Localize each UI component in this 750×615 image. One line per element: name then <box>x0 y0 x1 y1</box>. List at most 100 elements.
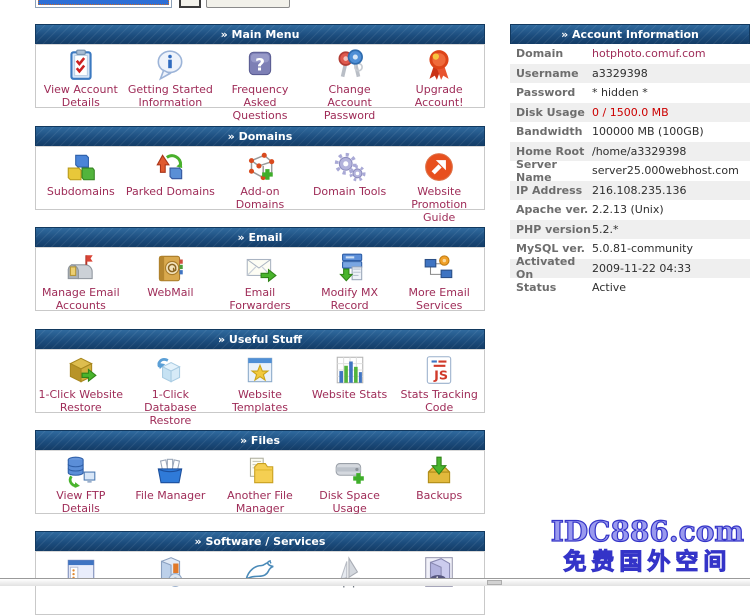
scrollbar-thumb[interactable] <box>487 580 502 585</box>
account-info-row: PHP version5.2.* <box>510 220 750 240</box>
menu-item[interactable]: Disk Space Usage <box>305 451 395 513</box>
menu-item[interactable]: Parked Domains <box>126 147 216 209</box>
backup-box-icon <box>422 454 456 488</box>
menu-item-label: Another File Manager <box>215 489 305 515</box>
menu-item[interactable]: Change Account Password <box>305 45 395 107</box>
menu-item[interactable]: Another File Manager <box>215 451 305 513</box>
section-items: Manage Email Accounts WebMail Email Forwar… <box>35 247 485 311</box>
watermark-site-text: IDC886.com <box>551 517 744 547</box>
account-field-label: Disk Usage <box>510 106 592 119</box>
menu-item-label: Upgrade Account! <box>394 83 484 109</box>
account-field-label: Server Name <box>510 158 592 184</box>
account-field-label: Password <box>510 86 592 99</box>
account-field-label: PHP version <box>510 223 592 236</box>
shortcut-select[interactable] <box>35 0 172 8</box>
account-field-value: /home/a3329398 <box>592 145 686 158</box>
menu-item[interactable]: Website Templates <box>215 350 305 412</box>
menu-item[interactable]: Modify MX Record <box>305 248 395 310</box>
menu-item[interactable]: Website Stats <box>305 350 395 412</box>
box-restore-icon <box>64 353 98 387</box>
account-field-value: server25.000webhost.com <box>592 164 739 177</box>
js-code-icon: JS <box>422 353 456 387</box>
menu-item[interactable]: Email Forwarders <box>215 248 305 310</box>
account-info-row: Usernamea3329398 <box>510 64 750 84</box>
menu-item-label: More Email Services <box>394 286 484 312</box>
window-star-icon <box>243 353 277 387</box>
gears-icon <box>333 150 367 184</box>
menu-item-label: Backups <box>416 489 462 502</box>
menu-item[interactable]: Website Promotion Guide <box>394 147 484 209</box>
menu-item[interactable]: Upgrade Account! <box>394 45 484 107</box>
menu-item-label: Website Templates <box>215 388 305 414</box>
account-info-rows: Domainhotphoto.comuf.comUsernamea3329398… <box>510 44 750 298</box>
envelope-forward-icon <box>243 251 277 285</box>
network-plus-icon <box>243 150 277 184</box>
section-items: 1-Click Website Restore1-Click Database … <box>35 349 485 413</box>
menu-item-label: Change Account Password <box>305 83 395 122</box>
account-field-value: Active <box>592 281 626 294</box>
menu-item[interactable]: 1-Click Website Restore <box>36 350 126 412</box>
menu-item[interactable]: WebMail <box>126 248 216 310</box>
menu-item-label: Website Promotion Guide <box>394 185 484 224</box>
account-info-panel: » Account Information Domainhotphoto.com… <box>510 24 750 298</box>
account-field-value: 0 / 1500.0 MB <box>592 106 669 119</box>
menu-item-label: Getting Started Information <box>126 83 216 109</box>
menu-item[interactable]: Getting Started Information <box>126 45 216 107</box>
menu-item-label: Email Forwarders <box>215 286 305 312</box>
section-items: View Account DetailsGetting Started Info… <box>35 44 485 108</box>
menu-item[interactable]: Subdomains <box>36 147 126 209</box>
section-items: Subdomains Parked DomainsAdd-on DomainsDo… <box>35 146 485 210</box>
account-info-header: » Account Information <box>510 24 750 44</box>
account-field-label: IP Address <box>510 184 592 197</box>
menu-item-label: Parked Domains <box>126 185 215 198</box>
parked-domains-icon <box>153 150 187 184</box>
menu-item[interactable]: ?Frequency Asked Questions <box>215 45 305 107</box>
section-main-menu: » Main Menu View Account DetailsGetting … <box>35 24 485 108</box>
account-field-label: Status <box>510 281 592 294</box>
account-field-label: Username <box>510 67 592 80</box>
menu-item-label: File Manager <box>135 489 205 502</box>
menu-item[interactable]: Backups <box>394 451 484 513</box>
menu-item[interactable]: More Email Services <box>394 248 484 310</box>
menu-item[interactable]: JSStats Tracking Code <box>394 350 484 412</box>
menu-item-label: View Account Details <box>36 83 126 109</box>
menu-item-label: WebMail <box>147 286 193 299</box>
menu-item-label: Stats Tracking Code <box>394 388 484 414</box>
account-info-row: StatusActive <box>510 278 750 298</box>
section-header: » Software / Services <box>35 531 485 551</box>
svg-text:?: ? <box>255 55 265 75</box>
menu-item-label: 1-Click Website Restore <box>36 388 126 414</box>
account-field-label: MySQL ver. <box>510 242 592 255</box>
go-button[interactable]: Go <box>179 0 201 8</box>
promotion-arrow-icon <box>422 150 456 184</box>
watermark: IDC886.com 免费国外空间 <box>551 517 744 576</box>
watermark-cn-text: 免费国外空间 <box>551 549 744 576</box>
question-mark-icon: ? <box>243 48 277 82</box>
create-new-button[interactable]: Create New <box>206 0 290 8</box>
account-field-value[interactable]: hotphoto.comuf.com <box>592 47 706 60</box>
keys-icon <box>333 48 367 82</box>
selected-option-highlight <box>38 0 169 5</box>
award-ribbon-icon <box>422 48 456 82</box>
menu-item[interactable]: View FTP Details <box>36 451 126 513</box>
account-field-value: 2009-11-22 04:33 <box>592 262 691 275</box>
menu-item-label: Frequency Asked Questions <box>215 83 305 122</box>
menu-item[interactable]: Domain Tools <box>305 147 395 209</box>
section-header: » Files <box>35 430 485 450</box>
menu-item-label: Subdomains <box>47 185 115 198</box>
file-drawer-icon <box>153 454 187 488</box>
menu-item[interactable]: Add-on Domains <box>215 147 305 209</box>
account-info-row: Disk Usage0 / 1500.0 MB <box>510 103 750 123</box>
menu-item[interactable]: 1-Click Database Restore <box>126 350 216 412</box>
menu-item[interactable]: View Account Details <box>36 45 126 107</box>
account-field-value: 2.2.13 (Unix) <box>592 203 664 216</box>
menu-item[interactable]: Manage Email Accounts <box>36 248 126 310</box>
account-field-value: 5.0.81-community <box>592 242 693 255</box>
address-book-icon <box>153 251 187 285</box>
section-items: View FTP Details File Manager Another File… <box>35 450 485 514</box>
section-header: » Domains <box>35 126 485 146</box>
menu-item[interactable]: File Manager <box>126 451 216 513</box>
menu-item-label: Website Stats <box>312 388 387 401</box>
account-info-row: Server Nameserver25.000webhost.com <box>510 161 750 181</box>
account-field-value: a3329398 <box>592 67 648 80</box>
